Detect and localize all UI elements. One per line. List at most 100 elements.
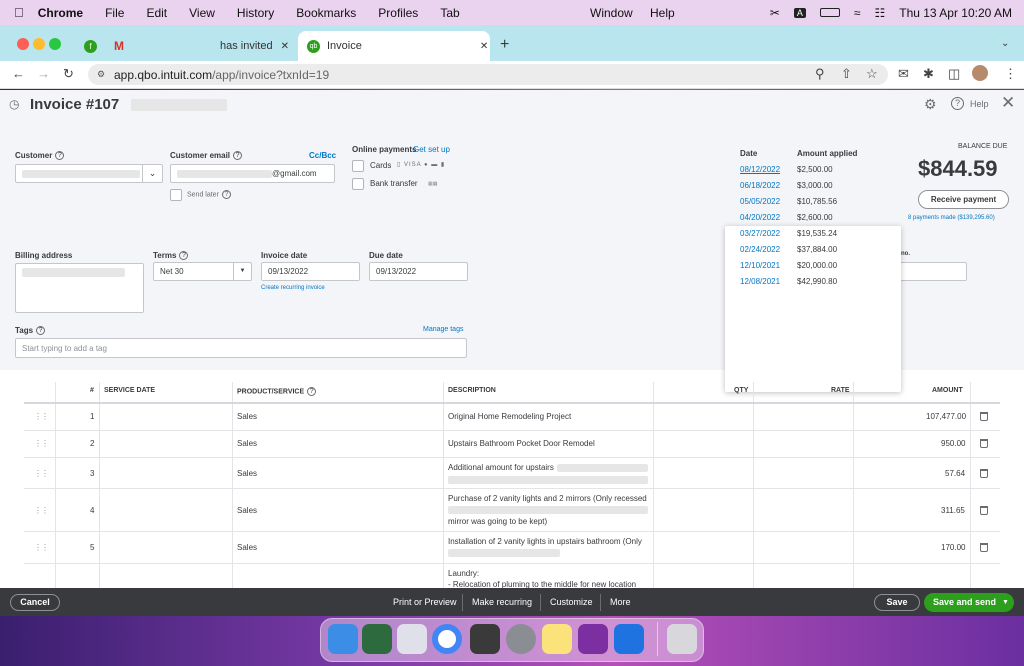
info-icon[interactable]: ? [221,190,231,199]
menu-help[interactable]: Help [650,6,675,20]
tab-gmail[interactable]: M has invited ✕ [110,31,296,61]
menu-file[interactable]: File [105,6,124,20]
mail-extension-icon[interactable]: ✉ [898,66,909,82]
menu-window[interactable]: Window [590,6,633,20]
apple-icon[interactable]:  [14,5,24,20]
row-amount[interactable]: 107,477.00 [926,412,966,421]
menu-app-name[interactable]: Chrome [38,6,83,20]
avatar[interactable] [972,65,988,81]
send-later-checkbox[interactable] [170,189,182,201]
row-product[interactable]: Sales [237,412,257,421]
save-button[interactable]: Save [874,594,920,611]
trash-icon[interactable] [980,439,988,448]
customer-select[interactable]: ⌄ [15,164,163,183]
row-description[interactable]: Original Home Remodeling Project [448,412,571,421]
address-bar[interactable]: app.qbo.intuit.com/app/invoice?txnId=19 [88,64,888,85]
receive-payment-button[interactable]: Receive payment [918,190,1009,209]
make-recurring-button[interactable]: Make recurring [472,597,532,607]
trash-icon[interactable] [980,506,988,515]
ref-no-field[interactable] [898,262,967,281]
cancel-button[interactable]: Cancel [10,594,60,611]
help-icon[interactable]: ? [951,97,964,110]
customer-email-field[interactable]: @gmail.com [170,164,335,183]
payment-date-link[interactable]: 02/24/2022 [740,245,780,254]
row-description[interactable]: Upstairs Bathroom Pocket Door Remodel [448,439,595,448]
row-description[interactable]: Purchase of 2 vanity lights and 2 mirror… [448,494,647,503]
row-product[interactable]: Sales [237,543,257,552]
minimize-window-icon[interactable] [33,38,45,50]
payment-date-link[interactable]: 03/27/2022 [740,229,780,238]
drag-handle-icon[interactable]: ⋮⋮ [34,439,49,448]
zoom-icon[interactable]: ⚲ [815,66,825,82]
chatgpt-icon[interactable] [362,624,392,654]
row-amount[interactable]: 57.64 [945,469,965,478]
info-icon[interactable]: ? [307,387,317,396]
payments-made-link[interactable]: 8 payments made ($139,295.60) [908,215,995,221]
row-amount[interactable]: 950.00 [941,439,965,448]
control-center-icon[interactable]: ☷ [874,6,885,20]
payment-date-link[interactable]: 12/08/2021 [740,277,780,286]
extensions-icon[interactable]: ✱ [923,66,934,82]
close-window-icon[interactable] [17,38,29,50]
menu-edit[interactable]: Edit [146,6,167,20]
billing-address-field[interactable] [15,263,144,313]
row-product[interactable]: Sales [237,439,257,448]
finder-icon[interactable] [328,624,358,654]
close-tab-icon[interactable]: ✕ [281,41,289,52]
chevron-down-icon[interactable]: ⌄ [142,165,162,182]
forward-icon[interactable]: → [37,66,50,81]
back-icon[interactable]: ← [12,66,25,81]
cards-checkbox[interactable] [352,160,364,172]
close-invoice-icon[interactable]: ✕ [1001,93,1015,113]
system-settings-icon[interactable] [506,624,536,654]
wifi-icon[interactable]: ≈ [854,6,861,20]
caret-down-icon[interactable]: ▼ [233,263,251,280]
payment-date-link[interactable]: 06/18/2022 [740,181,780,190]
manage-tags-link[interactable]: Manage tags [423,326,463,333]
more-menu-icon[interactable]: ⋮ [1004,66,1017,82]
info-icon[interactable]: ? [179,251,189,261]
info-icon[interactable]: ? [36,326,46,336]
scissors-icon[interactable]: ✂ [770,6,780,20]
calculator-icon[interactable] [470,624,500,654]
menu-view[interactable]: View [189,6,215,20]
row-product[interactable]: Sales [237,469,257,478]
onenote-icon[interactable] [578,624,608,654]
row-amount[interactable]: 311.65 [941,506,965,515]
tab-search-chevron-icon[interactable]: ⌄ [1001,38,1009,49]
trash-icon[interactable] [980,469,988,478]
row-description[interactable]: Laundry: [448,569,479,578]
payment-date-link[interactable]: 04/20/2022 [740,213,780,222]
payment-date-link[interactable]: 08/12/2022 [740,165,780,174]
save-and-send-button[interactable]: Save and send [924,593,1014,612]
maximize-window-icon[interactable] [49,38,61,50]
save-options-caret-icon[interactable]: ▼ [1002,599,1009,606]
row-description[interactable]: Additional amount for upstairs [448,463,554,472]
new-tab-icon[interactable]: + [500,36,509,54]
chrome-icon[interactable] [432,624,462,654]
trash-bin-icon[interactable] [667,624,697,654]
menu-bookmarks[interactable]: Bookmarks [296,6,356,20]
launchpad-icon[interactable] [397,624,427,654]
create-recurring-link[interactable]: Create recurring invoice [261,285,325,291]
more-button[interactable]: More [610,597,631,607]
tags-input[interactable]: Start typing to add a tag [15,338,467,358]
keyboard-input-icon[interactable]: A [793,7,806,18]
info-icon[interactable]: ? [55,151,65,161]
clock[interactable]: Thu 13 Apr 10:20 AM [899,6,1012,20]
bank-transfer-checkbox[interactable] [352,178,364,190]
info-icon[interactable]: ? [233,151,243,161]
get-set-up-link[interactable]: Get set up [413,145,450,154]
reload-icon[interactable]: ↻ [63,66,74,82]
trash-icon[interactable] [980,412,988,421]
payment-date-link[interactable]: 05/05/2022 [740,197,780,206]
tab-invoice[interactable]: qb Invoice ✕ [298,31,490,61]
customize-button[interactable]: Customize [550,597,593,607]
due-date-field[interactable]: 09/13/2022 [369,262,468,281]
todo-icon[interactable] [614,624,644,654]
bookmark-star-icon[interactable]: ☆ [866,66,878,82]
invoice-date-field[interactable]: 09/13/2022 [261,262,360,281]
close-tab-icon[interactable]: ✕ [480,41,488,52]
notes-icon[interactable] [542,624,572,654]
drag-handle-icon[interactable]: ⋮⋮ [34,543,49,552]
